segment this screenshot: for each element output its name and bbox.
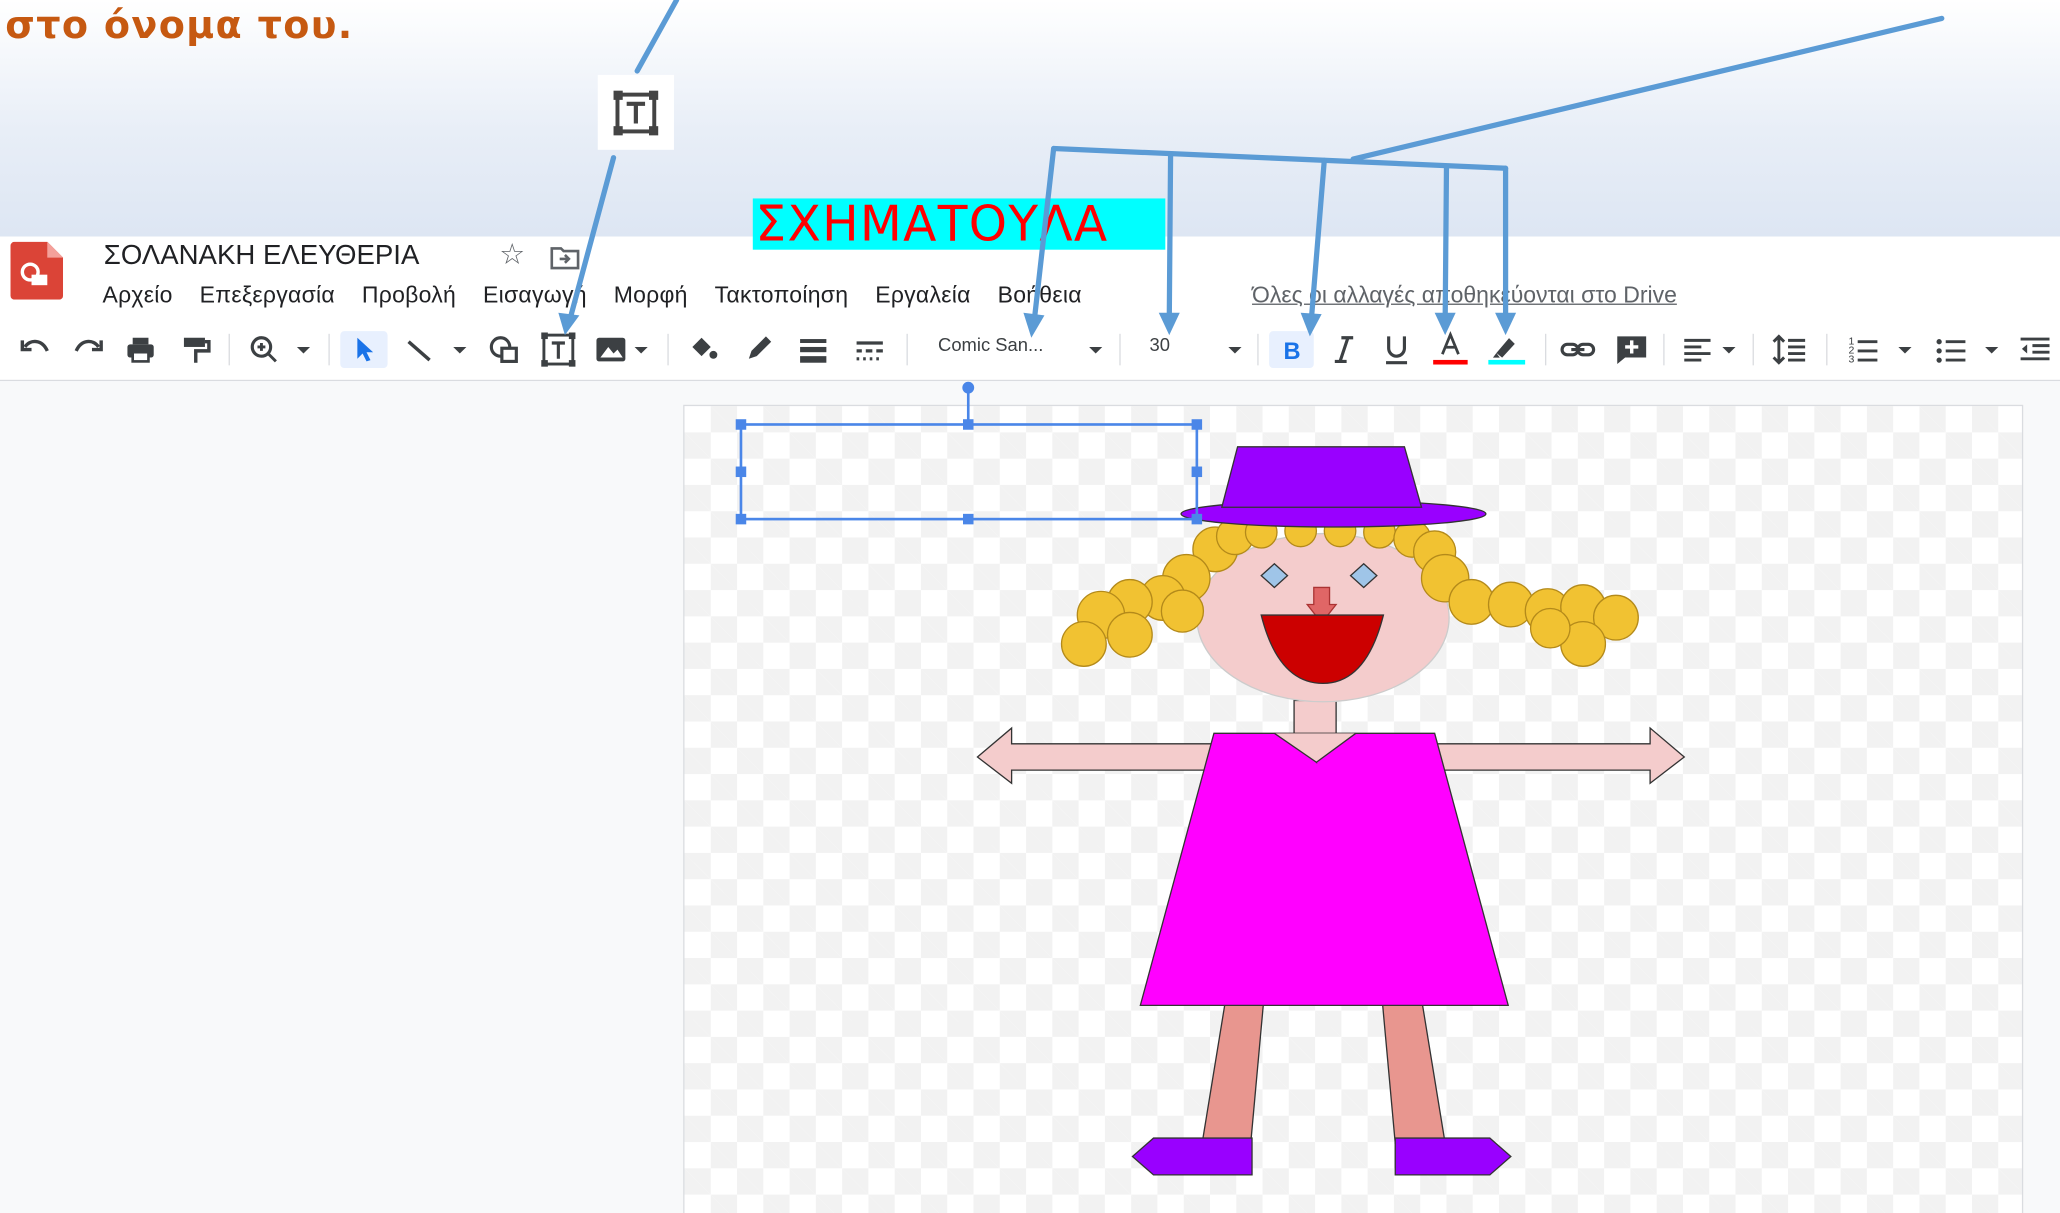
callout-arrows (558, 0, 1945, 338)
